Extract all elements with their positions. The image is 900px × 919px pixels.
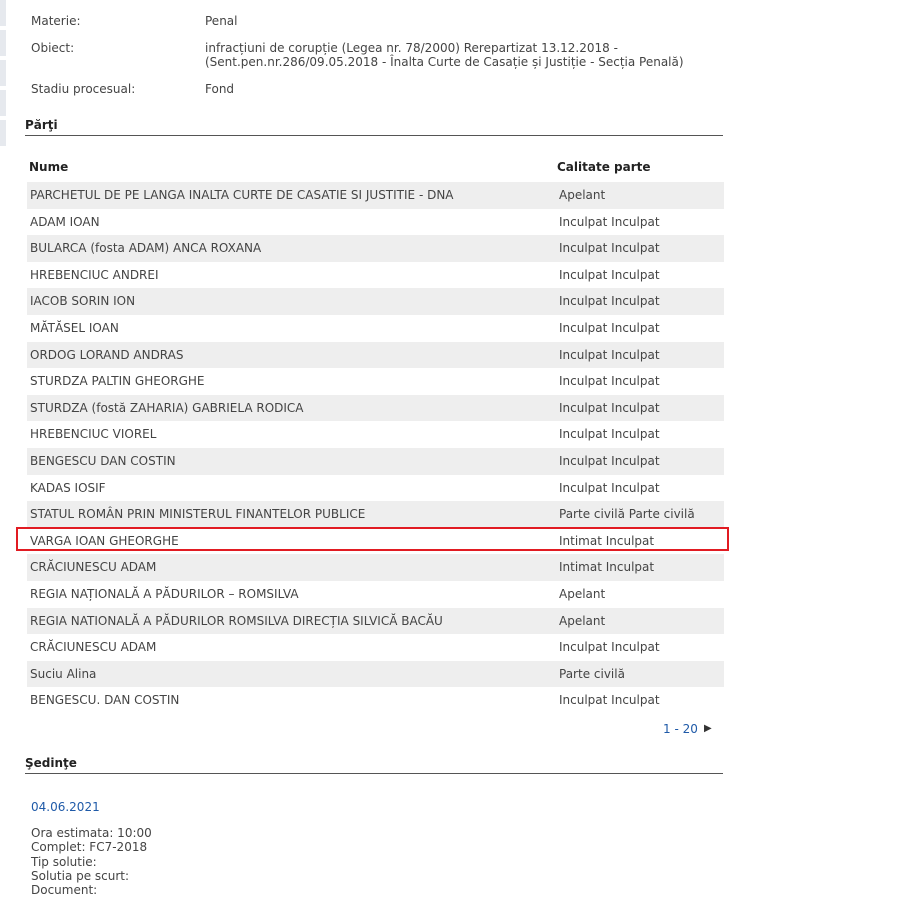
parti-table-header: Nume Calitate parte	[29, 160, 724, 176]
party-name: STATUL ROMÂN PRIN MINISTERUL FINANTELOR …	[30, 507, 366, 522]
party-name: REGIA NATIONALĂ A PĂDURILOR ROMSILVA DIR…	[30, 613, 443, 628]
stadiu-label: Stadiu procesual:	[31, 82, 136, 96]
party-name: BULARCA (fosta ADAM) ANCA ROXANA	[30, 241, 262, 256]
table-row: HREBENCIUC VIOREL Inculpat Inculpat	[27, 421, 724, 448]
tip-solutie: Tip solutie:	[31, 854, 97, 869]
party-role: Intimat Inculpat	[559, 560, 655, 575]
party-role: Inculpat Inculpat	[559, 320, 660, 335]
table-row: KADAS IOSIF Inculpat Inculpat	[27, 475, 724, 502]
sedinta-details: Ora estimata: 10:00 Complet: FC7-2018 Ti…	[31, 826, 152, 897]
materie-label: Materie:	[31, 14, 81, 28]
obiect-value: infracțiuni de corupție (Legea nr. 78/20…	[205, 41, 685, 69]
table-row: STURDZA PALTIN GHEORGHE Inculpat Inculpat	[27, 368, 724, 395]
party-name: HREBENCIUC VIOREL	[30, 427, 157, 442]
party-role: Apelant	[559, 613, 606, 628]
party-role: Inculpat Inculpat	[559, 400, 660, 415]
highlight-box	[16, 527, 729, 551]
obiect-value-line: infracțiuni de corupție (Legea nr. 78/20…	[205, 41, 618, 55]
table-row: STURDZA (fostă ZAHARIA) GABRIELA RODICA I…	[27, 394, 724, 422]
party-role: Inculpat Inculpat	[559, 241, 660, 256]
party-name: IACOB SORIN ION	[30, 294, 136, 309]
party-name: CRĂCIUNESCU ADAM	[30, 640, 157, 655]
party-name: ADAM IOAN	[30, 214, 100, 229]
party-role: Inculpat Inculpat	[559, 294, 660, 309]
table-row: HREBENCIUC ANDREI Inculpat Inculpat	[27, 262, 724, 289]
party-name: KADAS IOSIF	[30, 480, 106, 495]
triangle-right-icon[interactable]: ▶	[704, 723, 712, 734]
party-role: Inculpat Inculpat	[559, 214, 660, 229]
party-name: STURDZA (fostă ZAHARIA) GABRIELA RODICA	[30, 400, 304, 415]
party-role: Inculpat Inculpat	[559, 480, 660, 495]
party-name: BENGESCU DAN COSTIN	[30, 453, 176, 468]
sidebar-tab[interactable]	[0, 90, 6, 116]
party-role: Inculpat Inculpat	[559, 347, 660, 362]
obiect-value-line: (Sent.pen.nr.286/09.05.2018 - Înalta Cur…	[205, 55, 684, 69]
party-name: ORDOG LORAND ANDRAS	[30, 347, 184, 362]
party-name: REGIA NAȚIONALĂ A PĂDURILOR – ROMSILVA	[30, 586, 299, 601]
parti-section-title: Părţi	[25, 118, 723, 136]
party-role: Apelant	[559, 586, 606, 601]
table-row: STATUL ROMÂN PRIN MINISTERUL FINANTELOR …	[27, 501, 724, 528]
table-row: CRĂCIUNESCU ADAM Inculpat Inculpat	[27, 634, 724, 661]
complet: Complet: FC7-2018	[31, 840, 148, 855]
obiect-label: Obiect:	[31, 41, 75, 55]
column-header-nume: Nume	[29, 160, 69, 174]
sidebar-tab[interactable]	[0, 0, 6, 26]
sidebar-tab[interactable]	[0, 30, 6, 56]
party-role: Inculpat Inculpat	[559, 693, 660, 708]
solutia-pe-scurt: Solutia pe scurt:	[31, 868, 130, 883]
party-name: MĂTĂSEL IOAN	[30, 320, 119, 335]
party-role: Apelant	[559, 188, 606, 202]
party-name: PARCHETUL DE PE LANGA INALTA CURTE DE CA…	[30, 188, 454, 202]
party-name: CRĂCIUNESCU ADAM	[30, 560, 157, 575]
stadiu-value: Fond	[205, 82, 235, 96]
party-role: Inculpat Inculpat	[559, 453, 660, 468]
party-name: BENGESCU. DAN COSTIN	[30, 693, 180, 708]
left-sidebar-strip	[0, 0, 6, 165]
materie-value: Penal	[205, 14, 238, 28]
table-row: ADAM IOAN Inculpat Inculpat	[27, 209, 724, 236]
table-row: Suciu Alina Parte civilă	[27, 660, 724, 688]
parti-table-body: PARCHETUL DE PE LANGA INALTA CURTE DE CA…	[27, 182, 724, 714]
sedinte-section-title: Şedinţe	[25, 756, 723, 774]
sedinta-date-link[interactable]: 04.06.2021	[31, 800, 100, 814]
party-role: Inculpat Inculpat	[559, 267, 660, 282]
party-role: Inculpat Inculpat	[559, 640, 660, 655]
table-row: BULARCA (fosta ADAM) ANCA ROXANA Inculpat…	[27, 235, 724, 262]
party-name: HREBENCIUC ANDREI	[30, 267, 159, 282]
party-role: Inculpat Inculpat	[559, 427, 660, 442]
table-row: ORDOG LORAND ANDRAS Inculpat Inculpat	[27, 341, 724, 369]
party-name: Suciu Alina	[30, 666, 97, 681]
table-row: BENGESCU. DAN COSTIN Inculpat Inculpat	[27, 687, 724, 714]
table-row: MĂTĂSEL IOAN Inculpat Inculpat	[27, 315, 724, 342]
sidebar-tab[interactable]	[0, 60, 6, 86]
party-role: Parte civilă	[559, 666, 625, 681]
table-row: REGIA NAȚIONALĂ A PĂDURILOR – ROMSILVA Ap…	[27, 581, 724, 608]
sidebar-tab[interactable]	[0, 120, 6, 146]
table-row: BENGESCU DAN COSTIN Inculpat Inculpat	[27, 447, 724, 475]
table-row: CRĂCIUNESCU ADAM Intimat Inculpat	[27, 554, 724, 581]
party-role: Parte civilă Parte civilă	[559, 507, 695, 522]
column-header-calitate: Calitate parte	[557, 160, 651, 174]
party-role: Inculpat Inculpat	[559, 374, 660, 389]
document: Document:	[31, 883, 98, 898]
table-row: REGIA NATIONALĂ A PĂDURILOR ROMSILVA DIR…	[27, 607, 724, 635]
table-row: PARCHETUL DE PE LANGA INALTA CURTE DE CA…	[27, 182, 724, 209]
ora-estimata: Ora estimata: 10:00	[31, 826, 152, 840]
pagination-range: 1 - 20	[663, 722, 698, 736]
party-name: STURDZA PALTIN GHEORGHE	[30, 374, 205, 389]
table-row: IACOB SORIN ION Inculpat Inculpat	[27, 288, 724, 315]
